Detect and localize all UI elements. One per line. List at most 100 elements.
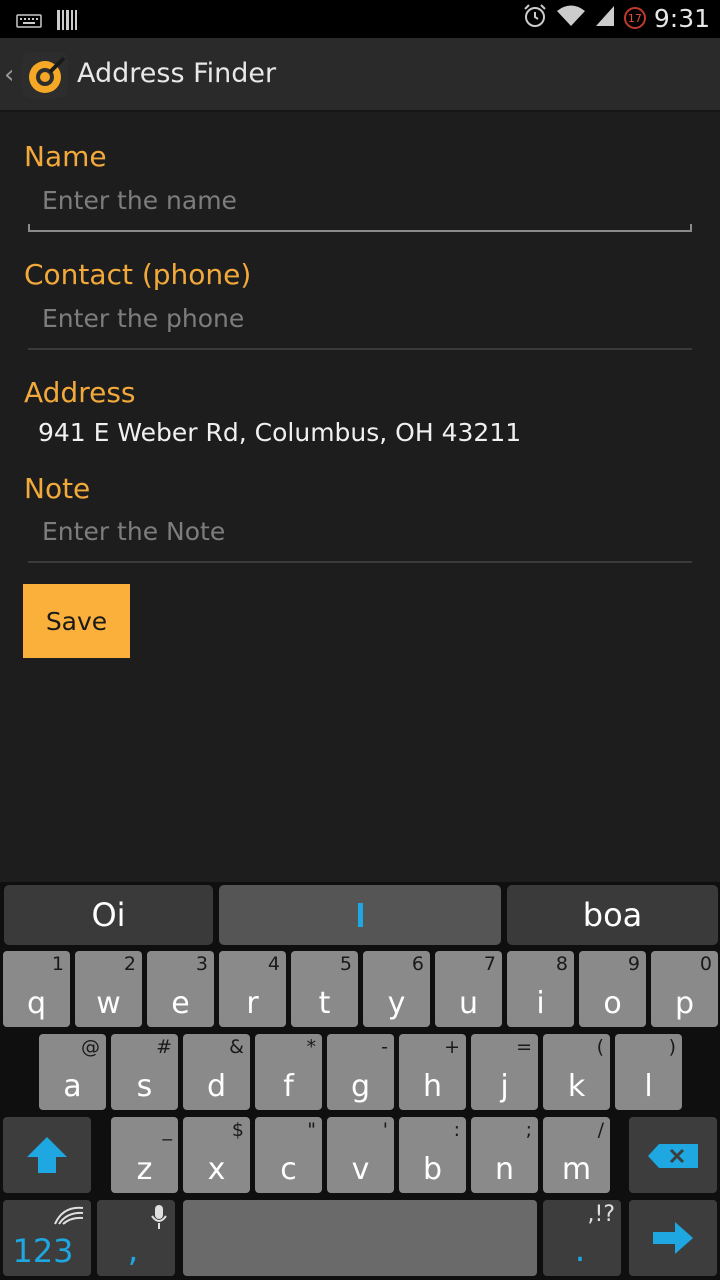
key-x[interactable]: $ x: [183, 1117, 250, 1193]
comma-key[interactable]: ,: [97, 1200, 175, 1276]
key-z-alt: _: [162, 1119, 173, 1141]
key-a[interactable]: @ a: [39, 1034, 106, 1110]
period-key[interactable]: ,!? .: [543, 1200, 621, 1276]
key-w[interactable]: 2w: [75, 951, 142, 1027]
key-u-label: u: [458, 986, 478, 1021]
key-y-label: y: [387, 986, 406, 1021]
key-l-alt: ): [668, 1036, 676, 1058]
key-w-alt: 2: [123, 953, 136, 975]
suggestion-right[interactable]: boa: [507, 885, 718, 945]
key-m[interactable]: / m: [543, 1117, 610, 1193]
key-b-alt: :: [453, 1119, 460, 1141]
backspace-key[interactable]: [629, 1117, 717, 1193]
key-n[interactable]: ; n: [471, 1117, 538, 1193]
key-o[interactable]: 9o: [579, 951, 646, 1027]
key-h[interactable]: + h: [399, 1034, 466, 1110]
key-j[interactable]: = j: [471, 1034, 538, 1110]
save-button[interactable]: Save: [23, 584, 130, 658]
name-underline: [28, 224, 692, 232]
key-d-label: d: [206, 1069, 227, 1104]
chevron-left-icon[interactable]: ‹: [4, 60, 14, 90]
key-q[interactable]: 1q: [3, 951, 70, 1027]
screen: 17 9:31 ‹ Address Finder Name Enter the …: [0, 0, 720, 1280]
name-placeholder: Enter the name: [42, 186, 237, 215]
key-d-alt: &: [229, 1036, 244, 1058]
key-e[interactable]: 3e: [147, 951, 214, 1027]
key-z[interactable]: _ z: [111, 1117, 178, 1193]
suggestion-cursor: [357, 903, 363, 927]
key-j-alt: =: [516, 1036, 532, 1058]
key-c-alt: ": [307, 1119, 316, 1141]
key-t-alt: 5: [339, 953, 352, 975]
key-l-label: l: [644, 1069, 653, 1104]
key-g-label: g: [350, 1069, 371, 1104]
shift-arrow-icon: [25, 1135, 69, 1179]
key-y[interactable]: 6y: [363, 951, 430, 1027]
notification-badge: 17: [623, 7, 646, 29]
key-y-alt: 6: [411, 953, 424, 975]
comma-label: ,: [127, 1230, 139, 1270]
key-f-alt: *: [306, 1036, 317, 1058]
key-b[interactable]: :b: [399, 1117, 466, 1193]
phone-placeholder: Enter the phone: [42, 304, 245, 333]
key-e-label: e: [171, 986, 190, 1021]
punct-label: ,!?: [587, 1202, 616, 1227]
key-r[interactable]: 4r: [219, 951, 286, 1027]
phone-underline: [28, 348, 692, 350]
name-field[interactable]: Enter the name: [28, 182, 692, 232]
key-n-alt: ;: [525, 1119, 532, 1141]
barcode-icon: [56, 9, 78, 35]
key-c-label: c: [280, 1152, 297, 1187]
address-label: Address: [24, 376, 136, 409]
key-x-label: x: [207, 1152, 226, 1187]
key-c[interactable]: " c: [255, 1117, 322, 1193]
space-key[interactable]: [183, 1200, 537, 1276]
action-bar: ‹ Address Finder: [0, 38, 720, 112]
key-g[interactable]: -g: [327, 1034, 394, 1110]
enter-key[interactable]: [629, 1200, 717, 1276]
key-h-alt: +: [444, 1036, 460, 1058]
alarm-icon: [522, 3, 548, 33]
key-i-label: i: [536, 986, 545, 1021]
key-s[interactable]: # s: [111, 1034, 178, 1110]
key-k[interactable]: (k: [543, 1034, 610, 1110]
status-time: 9:31: [653, 3, 710, 33]
backspace-icon: [647, 1143, 699, 1173]
phone-field[interactable]: Enter the phone: [28, 300, 692, 350]
key-o-alt: 9: [627, 953, 640, 975]
key-p[interactable]: 0p: [651, 951, 718, 1027]
key-d[interactable]: & d: [183, 1034, 250, 1110]
key-v-alt: ': [382, 1119, 388, 1141]
key-m-label: m: [561, 1152, 592, 1187]
key-g-alt: -: [381, 1036, 388, 1058]
key-u[interactable]: 7u: [435, 951, 502, 1027]
key-u-alt: 7: [483, 953, 496, 975]
key-p-label: p: [674, 986, 695, 1021]
key-e-alt: 3: [195, 953, 208, 975]
key-j-label: j: [500, 1069, 509, 1104]
key-h-label: h: [422, 1069, 442, 1104]
key-r-label: r: [246, 986, 259, 1021]
address-finder-logo-icon[interactable]: [20, 50, 70, 100]
signal-icon: [594, 4, 616, 32]
address-value: 941 E Weber Rd, Columbus, OH 43211: [38, 418, 522, 447]
shift-key[interactable]: [3, 1117, 91, 1193]
suggestion-left[interactable]: Oi: [4, 885, 213, 945]
period-label: .: [574, 1230, 586, 1270]
soft-keyboard: Oi boa 1q 2w 3e 4r 5t 6y 7u 8i 9o 0p @ a …: [0, 882, 720, 1280]
suggestion-middle[interactable]: [219, 885, 501, 945]
key-t[interactable]: 5t: [291, 951, 358, 1027]
key-z-label: z: [136, 1152, 153, 1187]
key-w-label: w: [96, 986, 121, 1021]
key-s-label: s: [136, 1069, 153, 1104]
key-k-alt: (: [596, 1036, 604, 1058]
key-i[interactable]: 8i: [507, 951, 574, 1027]
key-n-label: n: [494, 1152, 514, 1187]
numbers-key[interactable]: 123: [3, 1200, 91, 1276]
key-l[interactable]: ) l: [615, 1034, 682, 1110]
key-f[interactable]: * f: [255, 1034, 322, 1110]
arrow-right-icon: [651, 1220, 695, 1260]
key-i-alt: 8: [555, 953, 568, 975]
note-field[interactable]: Enter the Note: [28, 513, 692, 563]
key-v[interactable]: ' v: [327, 1117, 394, 1193]
